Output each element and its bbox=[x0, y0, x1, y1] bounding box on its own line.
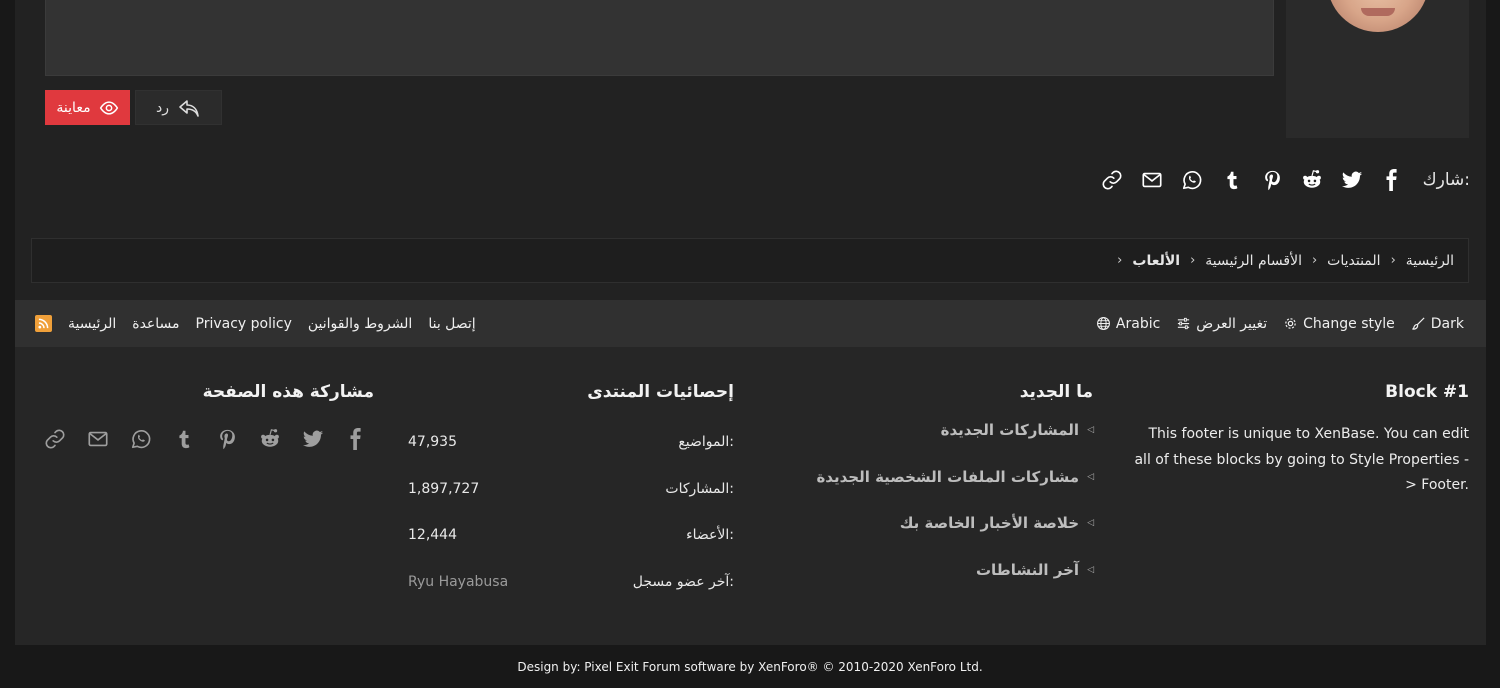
breadcrumb-main-sections[interactable]: الأقسام الرئيسية bbox=[1205, 253, 1302, 269]
chevron-left-icon: › bbox=[1190, 253, 1196, 268]
stat-threads-value: 47,935 bbox=[408, 434, 457, 450]
tumblr-icon[interactable] bbox=[171, 426, 197, 452]
email-icon[interactable] bbox=[1139, 167, 1165, 193]
stat-threads-label: المواضيع: bbox=[678, 434, 734, 450]
whats-new-item-label: المشاركات الجديدة bbox=[940, 421, 1080, 439]
facebook-icon[interactable] bbox=[343, 426, 369, 452]
breadcrumb: الرئيسية › المنتديات › الأقسام الرئيسية … bbox=[31, 238, 1469, 283]
forum-stats-title: إحصائيات المنتدى bbox=[587, 382, 734, 402]
reddit-icon[interactable] bbox=[257, 426, 283, 452]
footer-terms-link[interactable]: الشروط والقوانين bbox=[308, 316, 412, 332]
preview-button[interactable]: معاينة bbox=[45, 90, 130, 125]
whats-new-item[interactable]: ◁ خلاصة الأخبار الخاصة بك bbox=[900, 514, 1094, 532]
footer-style-links: Dark Change style تغيير العرض Arabic bbox=[1096, 300, 1464, 347]
whats-new-item[interactable]: ◁ المشاركات الجديدة bbox=[941, 421, 1094, 439]
footer-home-link[interactable]: الرئيسية bbox=[68, 316, 116, 332]
caret-left-icon: ◁ bbox=[1087, 425, 1094, 435]
share-page-icons bbox=[42, 426, 369, 452]
footer-privacy-link[interactable]: Privacy policy bbox=[196, 316, 292, 332]
whats-new-item-label: آخر النشاطات bbox=[975, 561, 1080, 579]
change-view-label: تغيير العرض bbox=[1196, 315, 1268, 332]
reply-button[interactable]: رد bbox=[135, 90, 222, 125]
share-page-title: مشاركة هذه الصفحة bbox=[202, 382, 374, 402]
change-style-label: Change style bbox=[1303, 315, 1395, 332]
stat-members-label: الأعضاء: bbox=[686, 527, 734, 543]
stat-latest-member-link[interactable]: Ryu Hayabusa bbox=[408, 574, 508, 590]
whats-new-item[interactable]: ◁ آخر النشاطات bbox=[976, 561, 1094, 579]
change-view-link[interactable]: تغيير العرض bbox=[1176, 316, 1267, 332]
whats-new-item[interactable]: ◁ مشاركات الملفات الشخصية الجديدة bbox=[816, 468, 1094, 486]
link-icon[interactable] bbox=[42, 426, 68, 452]
pinterest-icon[interactable] bbox=[214, 426, 240, 452]
tumblr-icon[interactable] bbox=[1219, 167, 1245, 193]
whatsapp-icon[interactable] bbox=[1179, 167, 1205, 193]
chevron-left-icon: › bbox=[1311, 253, 1318, 268]
sliders-icon bbox=[1178, 317, 1190, 330]
twitter-icon[interactable] bbox=[1339, 167, 1365, 193]
caret-left-icon: ◁ bbox=[1087, 472, 1094, 482]
rss-icon[interactable] bbox=[35, 315, 52, 332]
stat-posts-label: المشاركات: bbox=[665, 481, 734, 497]
footer-page-links: الرئيسية مساعدة Privacy policy الشروط وا… bbox=[35, 300, 476, 347]
whatsapp-icon[interactable] bbox=[128, 426, 154, 452]
chevron-left-icon: › bbox=[1117, 253, 1123, 268]
caret-left-icon: ◁ bbox=[1087, 565, 1094, 575]
brush-icon bbox=[1412, 317, 1425, 330]
reply-icon bbox=[179, 99, 199, 117]
twitter-icon[interactable] bbox=[300, 426, 326, 452]
reply-button-label: رد bbox=[156, 99, 169, 116]
chevron-left-icon: › bbox=[1390, 253, 1396, 268]
reply-editor[interactable] bbox=[45, 0, 1274, 76]
dark-mode-label: Dark bbox=[1430, 315, 1464, 332]
globe-icon bbox=[1096, 317, 1110, 330]
breadcrumb-forums[interactable]: المنتديات bbox=[1327, 253, 1380, 269]
footer-nav-bar: Dark Change style تغيير العرض Arabic الر… bbox=[15, 300, 1486, 347]
stat-latest-member-label: آخر عضو مسجل: bbox=[632, 574, 734, 590]
breadcrumb-games[interactable]: الألعاب bbox=[1132, 253, 1180, 269]
footer-help-link[interactable]: مساعدة bbox=[132, 316, 179, 332]
whats-new-item-label: مشاركات الملفات الشخصية الجديدة bbox=[816, 468, 1080, 486]
pinterest-icon[interactable] bbox=[1259, 167, 1285, 193]
language-chooser[interactable]: Arabic bbox=[1096, 316, 1160, 332]
email-icon[interactable] bbox=[85, 426, 111, 452]
block1-title: Block #1 bbox=[1385, 382, 1469, 402]
share-row: شارك: bbox=[1099, 164, 1470, 196]
copyright-text: Design by: Pixel Exit Forum software by … bbox=[517, 660, 983, 674]
eye-icon bbox=[99, 100, 118, 115]
stat-members-value: 12,444 bbox=[408, 527, 457, 543]
whats-new-title: ما الجديد bbox=[1019, 382, 1093, 402]
breadcrumb-home[interactable]: الرئيسية bbox=[1406, 253, 1454, 269]
gear-icon bbox=[1285, 318, 1296, 329]
whats-new-item-label: خلاصة الأخبار الخاصة بك bbox=[899, 514, 1080, 532]
link-icon[interactable] bbox=[1099, 167, 1125, 193]
share-label: شارك: bbox=[1422, 170, 1470, 190]
caret-left-icon: ◁ bbox=[1087, 518, 1094, 528]
footer-contact-link[interactable]: إتصل بنا bbox=[428, 316, 475, 332]
preview-button-label: معاينة bbox=[56, 99, 91, 116]
block1-text: This footer is unique to XenBase. You ca… bbox=[1134, 426, 1469, 493]
language-label: Arabic bbox=[1115, 315, 1161, 332]
dark-mode-toggle[interactable]: Dark bbox=[1411, 316, 1464, 332]
footer-blocks: Block #1 This footer is unique to XenBas… bbox=[15, 347, 1486, 645]
reddit-icon[interactable] bbox=[1299, 167, 1325, 193]
stat-posts-value: 1,897,727 bbox=[408, 481, 480, 497]
facebook-icon[interactable] bbox=[1379, 167, 1405, 193]
change-style-link[interactable]: Change style bbox=[1283, 316, 1395, 332]
